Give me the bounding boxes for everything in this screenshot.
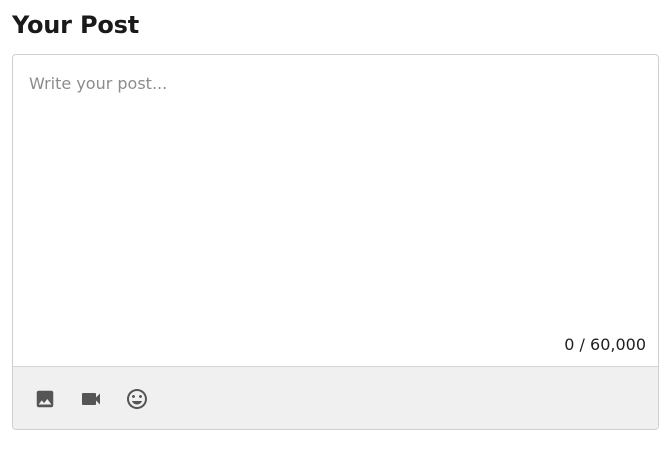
post-textarea[interactable] — [13, 55, 658, 330]
add-image-button[interactable] — [33, 387, 57, 411]
character-counter: 0 / 60,000 — [564, 335, 646, 354]
editor-area: 0 / 60,000 — [13, 55, 658, 367]
video-camera-icon — [82, 393, 100, 405]
composer-toolbar — [13, 367, 658, 429]
emoji-icon — [127, 389, 147, 409]
post-composer: 0 / 60,000 — [12, 54, 659, 430]
page-title: Your Post — [12, 11, 139, 39]
image-icon — [36, 390, 54, 408]
add-emoji-button[interactable] — [125, 387, 149, 411]
add-video-button[interactable] — [79, 387, 103, 411]
